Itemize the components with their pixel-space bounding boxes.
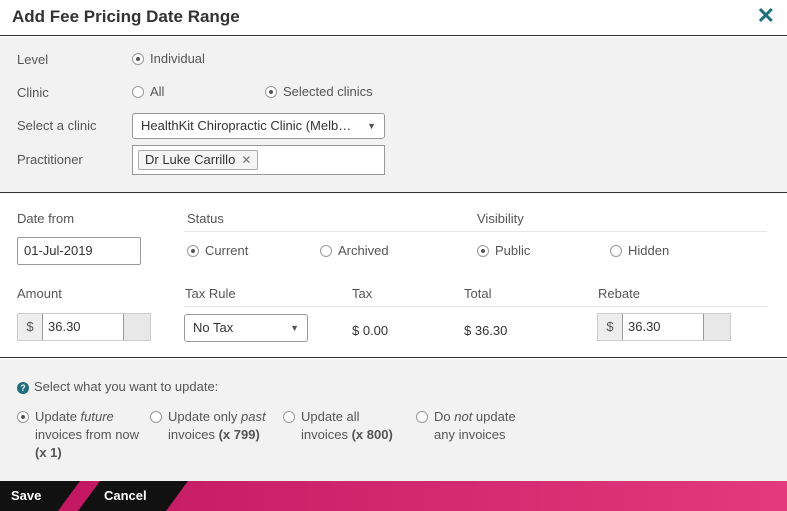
tax-rule-label: Tax Rule — [185, 286, 236, 301]
tax-value: $ 0.00 — [352, 323, 389, 338]
clinic-all-radio[interactable]: All — [132, 84, 164, 99]
radio-label: Individual — [150, 51, 205, 66]
clinic-selected-radio[interactable]: Selected clinics — [265, 84, 373, 99]
radio-label: Update all invoices (x 800) — [301, 409, 393, 442]
radio-icon — [610, 244, 622, 257]
status-label: Status — [187, 211, 224, 226]
update-section: ? Select what you want to update: Update… — [0, 359, 787, 481]
details-section: Date from Status Visibility 01-Jul-2019 … — [0, 194, 787, 358]
status-current-radio[interactable]: Current — [187, 243, 248, 258]
tax-rule-select[interactable]: No Tax ▼ — [184, 314, 308, 342]
update-all-radio[interactable]: Update all invoices (x 800) — [283, 408, 403, 444]
remove-tag-icon[interactable]: ✕ — [241, 151, 251, 169]
clinic-label: Clinic — [17, 85, 49, 100]
select-clinic-label: Select a clinic — [17, 118, 97, 133]
visibility-label: Visibility — [477, 211, 524, 226]
update-none-radio[interactable]: Do not update any invoices — [416, 408, 531, 444]
radio-icon — [132, 52, 144, 65]
clinic-select[interactable]: HealthKit Chiropractic Clinic (Melb… ▼ — [132, 113, 385, 139]
level-label: Level — [17, 52, 49, 67]
status-archived-radio[interactable]: Archived — [320, 243, 389, 258]
radio-icon — [477, 244, 489, 257]
close-icon[interactable]: ✕ — [757, 3, 775, 29]
rebate-label: Rebate — [598, 286, 640, 301]
practitioner-label: Practitioner — [17, 152, 83, 167]
cancel-button[interactable]: Cancel — [104, 488, 147, 503]
radio-label: All — [150, 84, 165, 99]
update-future-radio[interactable]: Update future invoices from now (x 1) — [17, 408, 145, 462]
radio-icon — [187, 244, 199, 257]
amount-label: Amount — [17, 286, 62, 301]
date-from-input[interactable]: 01-Jul-2019 — [17, 237, 141, 265]
tag-label: Dr Luke Carrillo — [145, 152, 236, 167]
visibility-hidden-radio[interactable]: Hidden — [610, 243, 669, 258]
dialog-footer: Save Cancel — [0, 481, 787, 511]
scope-section: Level Individual Clinic All Selected cli… — [0, 37, 787, 193]
update-past-radio[interactable]: Update only past invoices (x 799) — [150, 408, 275, 444]
radio-icon — [150, 411, 162, 423]
tax-label: Tax — [352, 286, 373, 301]
radio-icon — [416, 411, 428, 423]
radio-label: Hidden — [628, 243, 670, 258]
radio-label: Current — [205, 243, 249, 258]
clinic-select-value: HealthKit Chiropractic Clinic (Melb… — [141, 118, 352, 133]
currency-symbol: $ — [18, 314, 42, 340]
rebate-input[interactable]: 36.30 — [622, 314, 704, 340]
date-from-label: Date from — [17, 211, 75, 226]
amount-input[interactable]: 36.30 — [42, 314, 124, 340]
radio-icon — [283, 411, 295, 423]
amount-field[interactable]: $ 36.30 — [17, 313, 151, 341]
visibility-public-radio[interactable]: Public — [477, 243, 530, 258]
amount-addon — [124, 314, 150, 340]
update-prompt: Select what you want to update: — [34, 379, 219, 394]
radio-label: Selected clinics — [283, 84, 373, 99]
radio-icon — [17, 411, 29, 423]
radio-label: Do not update any invoices — [434, 409, 516, 442]
radio-label: Update only past invoices (x 799) — [168, 409, 266, 442]
radio-label: Update future invoices from now (x 1) — [35, 409, 140, 460]
rebate-addon — [704, 314, 730, 340]
divider — [184, 231, 767, 232]
divider — [184, 306, 767, 307]
save-button[interactable]: Save — [11, 488, 41, 503]
caret-down-icon: ▼ — [290, 323, 299, 333]
radio-icon — [320, 244, 332, 257]
tax-rule-value: No Tax — [193, 320, 234, 335]
practitioner-input[interactable]: Dr Luke Carrillo ✕ — [132, 145, 385, 175]
total-label: Total — [464, 286, 492, 301]
practitioner-tag: Dr Luke Carrillo ✕ — [138, 150, 259, 170]
radio-icon — [265, 85, 277, 98]
rebate-field[interactable]: $ 36.30 — [597, 313, 731, 341]
currency-symbol: $ — [598, 314, 622, 340]
radio-icon — [132, 85, 144, 98]
radio-label: Archived — [338, 243, 389, 258]
caret-down-icon: ▼ — [367, 121, 376, 131]
help-icon: ? — [17, 382, 29, 394]
dialog-header: Add Fee Pricing Date Range ✕ — [0, 0, 787, 36]
level-individual-radio[interactable]: Individual — [132, 51, 205, 66]
dialog-title: Add Fee Pricing Date Range — [12, 7, 240, 26]
radio-label: Public — [495, 243, 531, 258]
total-value: $ 36.30 — [464, 323, 508, 338]
